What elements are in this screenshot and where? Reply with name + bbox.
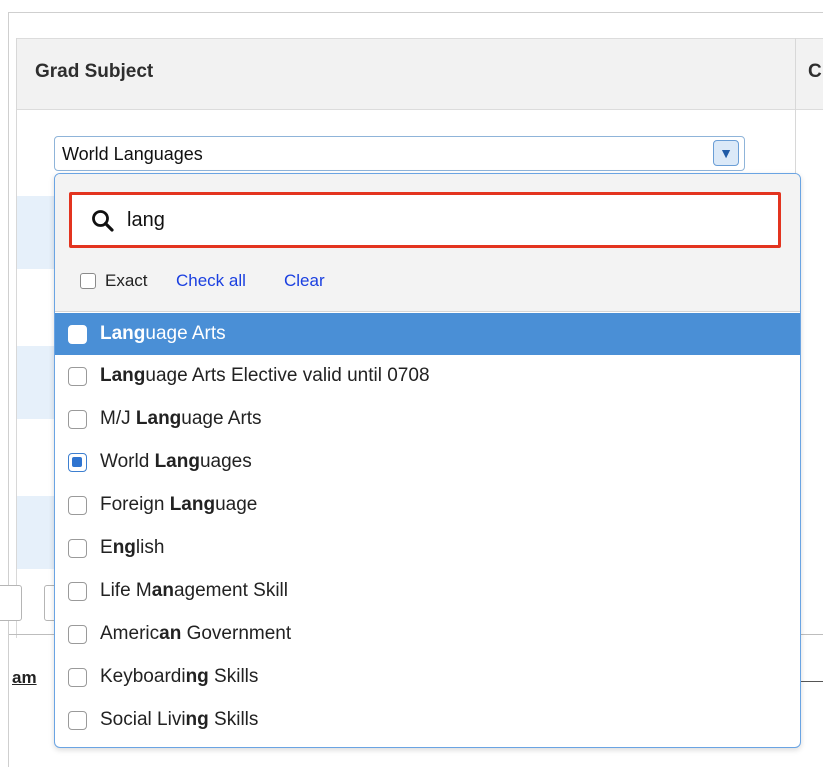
option-item[interactable]: Life Management Skill <box>55 570 800 613</box>
next-column-header[interactable]: C <box>808 61 822 83</box>
option-item[interactable]: American Government <box>55 613 800 656</box>
option-item[interactable]: English <box>55 527 800 570</box>
option-label-text: Keyboardi <box>100 666 186 687</box>
option-label-text: Government <box>181 623 292 644</box>
option-label-text: Americ <box>100 623 160 644</box>
option-label: Language Arts <box>100 323 226 345</box>
option-list: Language Arts Language Arts Elective vali… <box>55 313 800 742</box>
exact-label: Exact <box>105 271 148 290</box>
option-label-text: M/J <box>100 408 136 429</box>
option-label-text: uage <box>215 494 258 515</box>
search-icon <box>92 210 114 232</box>
option-label: Keyboarding Skills <box>100 666 258 688</box>
outer-border <box>8 12 823 13</box>
option-checkbox[interactable] <box>68 367 87 386</box>
outer-border <box>8 12 9 767</box>
option-checkbox[interactable] <box>68 325 87 344</box>
option-checkbox[interactable] <box>68 410 87 429</box>
option-label-text: Skills <box>208 666 259 687</box>
option-item[interactable]: Foreign Language <box>55 484 800 527</box>
select-value: World Languages <box>62 144 203 164</box>
footer-link[interactable]: am <box>12 668 54 688</box>
option-item[interactable]: Social Living Skills <box>55 699 800 742</box>
option-label-text: uage Arts <box>181 408 262 429</box>
option-checkbox[interactable] <box>68 711 87 730</box>
option-label-match: Lang <box>100 323 146 344</box>
option-label-text: Skills <box>208 709 259 730</box>
option-checkbox[interactable] <box>68 582 87 601</box>
option-label: Social Living Skills <box>100 709 258 731</box>
check-all-link[interactable]: Check all <box>176 271 246 291</box>
option-label-text: E <box>100 537 113 558</box>
option-checkbox[interactable] <box>68 668 87 687</box>
option-label: American Government <box>100 623 291 645</box>
option-label-text: agement Skill <box>173 580 288 601</box>
option-label: Language Arts Elective valid until 0708 <box>100 365 430 387</box>
option-label-text: uage Arts Elective valid until 0708 <box>145 365 430 386</box>
option-label-text: uages <box>199 451 252 472</box>
row-input[interactable] <box>0 585 22 621</box>
option-label-match: Lang <box>100 365 146 386</box>
option-item[interactable]: Keyboarding Skills <box>55 656 800 699</box>
clear-link[interactable]: Clear <box>284 271 325 291</box>
option-label-text: lish <box>135 537 165 558</box>
option-label-text: Foreign <box>100 494 170 515</box>
option-item[interactable]: World Languages <box>55 441 800 484</box>
option-label-match: ng <box>185 666 209 687</box>
option-label-match: Lang <box>169 494 216 515</box>
option-label-match: an <box>159 623 182 644</box>
option-checkbox[interactable] <box>68 496 87 515</box>
option-label-match: ng <box>112 537 136 558</box>
option-label: M/J Language Arts <box>100 408 262 430</box>
option-label-match: Lang <box>135 408 182 429</box>
app-frame: Grad Subject C am World Languages ▼ Exac… <box>0 0 823 767</box>
option-label-text: Social Livi <box>100 709 186 730</box>
option-checkbox[interactable] <box>68 625 87 644</box>
multiselect-dropdown: Exact Check all Clear Language ArtsLangu… <box>54 173 801 748</box>
option-label: Foreign Language <box>100 494 257 516</box>
dropdown-header: Exact Check all Clear <box>55 174 800 312</box>
option-checkbox[interactable] <box>68 539 87 558</box>
option-label-text: uage Arts <box>145 323 226 344</box>
option-item[interactable]: Language Arts <box>55 313 800 355</box>
grad-subject-select[interactable]: World Languages ▼ <box>54 136 745 171</box>
option-label: English <box>100 537 164 559</box>
triangle-down-icon[interactable]: ▼ <box>713 140 739 166</box>
exact-checkbox[interactable] <box>80 273 96 289</box>
option-item[interactable]: M/J Language Arts <box>55 398 800 441</box>
option-label: Life Management Skill <box>100 580 288 602</box>
option-label-text: World <box>100 451 155 472</box>
option-label-match: an <box>151 580 174 601</box>
option-label-text: Life M <box>100 580 152 601</box>
grad-subject-column-header[interactable]: Grad Subject <box>35 61 153 83</box>
option-item[interactable]: Language Arts Elective valid until 0708 <box>55 355 800 398</box>
search-box[interactable] <box>69 192 781 248</box>
option-checkbox[interactable] <box>68 453 87 472</box>
option-label-match: Lang <box>154 451 200 472</box>
search-input[interactable] <box>127 205 727 235</box>
option-label: World Languages <box>100 451 252 473</box>
option-label-match: ng <box>185 709 209 730</box>
